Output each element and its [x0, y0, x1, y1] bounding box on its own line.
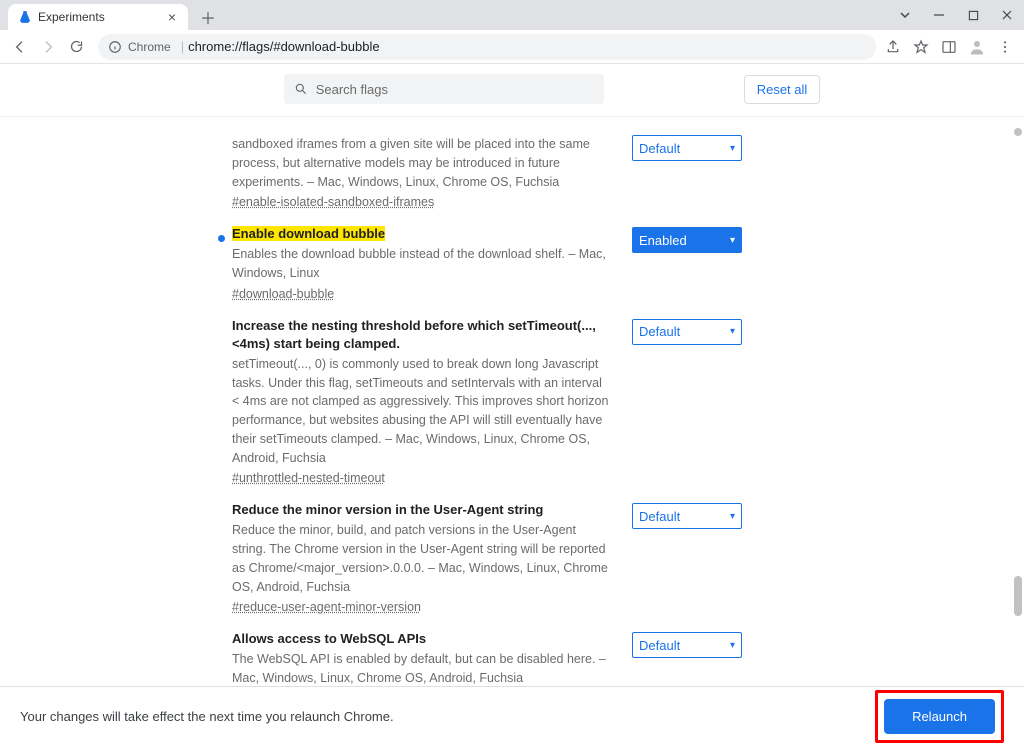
- maximize-icon[interactable]: [956, 2, 990, 28]
- search-placeholder: Search flags: [316, 82, 388, 97]
- close-icon[interactable]: ×: [166, 9, 178, 25]
- flag-state-select[interactable]: Enabled ▾: [632, 227, 742, 253]
- flag-state-value: Enabled: [639, 233, 687, 248]
- scrollbar-thumb[interactable]: [1014, 576, 1022, 616]
- reset-all-button[interactable]: Reset all: [744, 75, 821, 104]
- toolbar-actions: [884, 38, 1018, 56]
- flag-description: sandboxed iframes from a given site will…: [232, 135, 612, 191]
- flag-permalink[interactable]: #download-bubble: [232, 287, 334, 301]
- flag-row: sandboxed iframes from a given site will…: [232, 123, 792, 215]
- flag-body: Reduce the minor version in the User-Age…: [232, 501, 632, 616]
- flag-body: Enable download bubble Enables the downlo…: [232, 225, 632, 303]
- relaunch-highlight: Relaunch: [875, 690, 1004, 743]
- flag-description: Reduce the minor, build, and patch versi…: [232, 521, 612, 596]
- window-controls: [888, 0, 1024, 30]
- side-panel-icon[interactable]: [940, 38, 958, 56]
- profile-icon[interactable]: [968, 38, 986, 56]
- relaunch-button[interactable]: Relaunch: [884, 699, 995, 734]
- scroll-up-arrow[interactable]: [1014, 128, 1022, 136]
- flag-permalink[interactable]: #unthrottled-nested-timeout: [232, 471, 385, 485]
- scrollbar[interactable]: [1010, 128, 1024, 626]
- forward-button[interactable]: [34, 33, 62, 61]
- flag-permalink[interactable]: #reduce-user-agent-minor-version: [232, 600, 421, 614]
- tab-title: Experiments: [38, 10, 105, 24]
- flag-state-value: Default: [639, 324, 680, 339]
- flag-body: Increase the nesting threshold before wh…: [232, 317, 632, 488]
- flag-state-select[interactable]: Default ▾: [632, 632, 742, 658]
- flask-icon: [18, 10, 32, 24]
- back-button[interactable]: [6, 33, 34, 61]
- flags-list: sandboxed iframes from a given site will…: [232, 117, 792, 686]
- star-icon[interactable]: [912, 38, 930, 56]
- flag-state-value: Default: [639, 141, 680, 156]
- flag-description: The WebSQL API is enabled by default, bu…: [232, 650, 612, 686]
- flag-title: Reduce the minor version in the User-Age…: [232, 502, 543, 517]
- info-icon: [108, 40, 122, 54]
- flag-row: Increase the nesting threshold before wh…: [232, 307, 792, 492]
- minimize-icon[interactable]: [922, 2, 956, 28]
- flags-header: Search flags Reset all: [0, 64, 1024, 117]
- new-tab-button[interactable]: ＋: [194, 4, 222, 30]
- flag-state-value: Default: [639, 638, 680, 653]
- share-icon[interactable]: [884, 38, 902, 56]
- flag-body: Allows access to WebSQL APIs The WebSQL A…: [232, 630, 632, 686]
- page-content: Search flags Reset all sandboxed iframes…: [0, 64, 1024, 686]
- flag-description: Enables the download bubble instead of t…: [232, 245, 612, 283]
- flag-row: Enable download bubble Enables the downlo…: [232, 215, 792, 307]
- flag-permalink[interactable]: #enable-isolated-sandboxed-iframes: [232, 195, 434, 209]
- flag-state-select[interactable]: Default ▾: [632, 135, 742, 161]
- flag-row: Allows access to WebSQL APIs The WebSQL A…: [232, 620, 792, 686]
- chevron-down-icon: ▾: [730, 326, 735, 337]
- chevron-down-icon: ▾: [730, 235, 735, 246]
- titlebar: Experiments × ＋: [0, 0, 1024, 30]
- flag-body: sandboxed iframes from a given site will…: [232, 133, 632, 211]
- chevron-down-icon[interactable]: [888, 2, 922, 28]
- flag-state-value: Default: [639, 509, 680, 524]
- flag-title: Increase the nesting threshold before wh…: [232, 318, 596, 351]
- flag-title: Enable download bubble: [232, 226, 385, 241]
- chevron-down-icon: ▾: [730, 143, 735, 154]
- flag-title: Allows access to WebSQL APIs: [232, 631, 426, 646]
- chevron-down-icon: ▾: [730, 511, 735, 522]
- close-window-icon[interactable]: [990, 2, 1024, 28]
- browser-tab[interactable]: Experiments ×: [8, 4, 188, 30]
- modified-dot-icon: [218, 235, 225, 242]
- flag-state-select[interactable]: Default ▾: [632, 319, 742, 345]
- url-text: chrome://flags/#download-bubble: [188, 39, 380, 54]
- search-input[interactable]: Search flags: [284, 74, 604, 104]
- url-scheme-badge: Chrome: [128, 40, 171, 54]
- tab-strip: Experiments × ＋: [0, 0, 222, 30]
- menu-icon[interactable]: [996, 38, 1014, 56]
- flag-row: Reduce the minor version in the User-Age…: [232, 491, 792, 620]
- address-bar[interactable]: Chrome | chrome://flags/#download-bubble: [98, 34, 876, 60]
- browser-toolbar: Chrome | chrome://flags/#download-bubble: [0, 30, 1024, 64]
- relaunch-bar: Your changes will take effect the next t…: [0, 686, 1024, 746]
- relaunch-message: Your changes will take effect the next t…: [20, 709, 394, 724]
- search-icon: [294, 82, 308, 96]
- flag-description: setTimeout(..., 0) is commonly used to b…: [232, 355, 612, 468]
- reload-button[interactable]: [62, 33, 90, 61]
- flag-state-select[interactable]: Default ▾: [632, 503, 742, 529]
- chevron-down-icon: ▾: [730, 640, 735, 651]
